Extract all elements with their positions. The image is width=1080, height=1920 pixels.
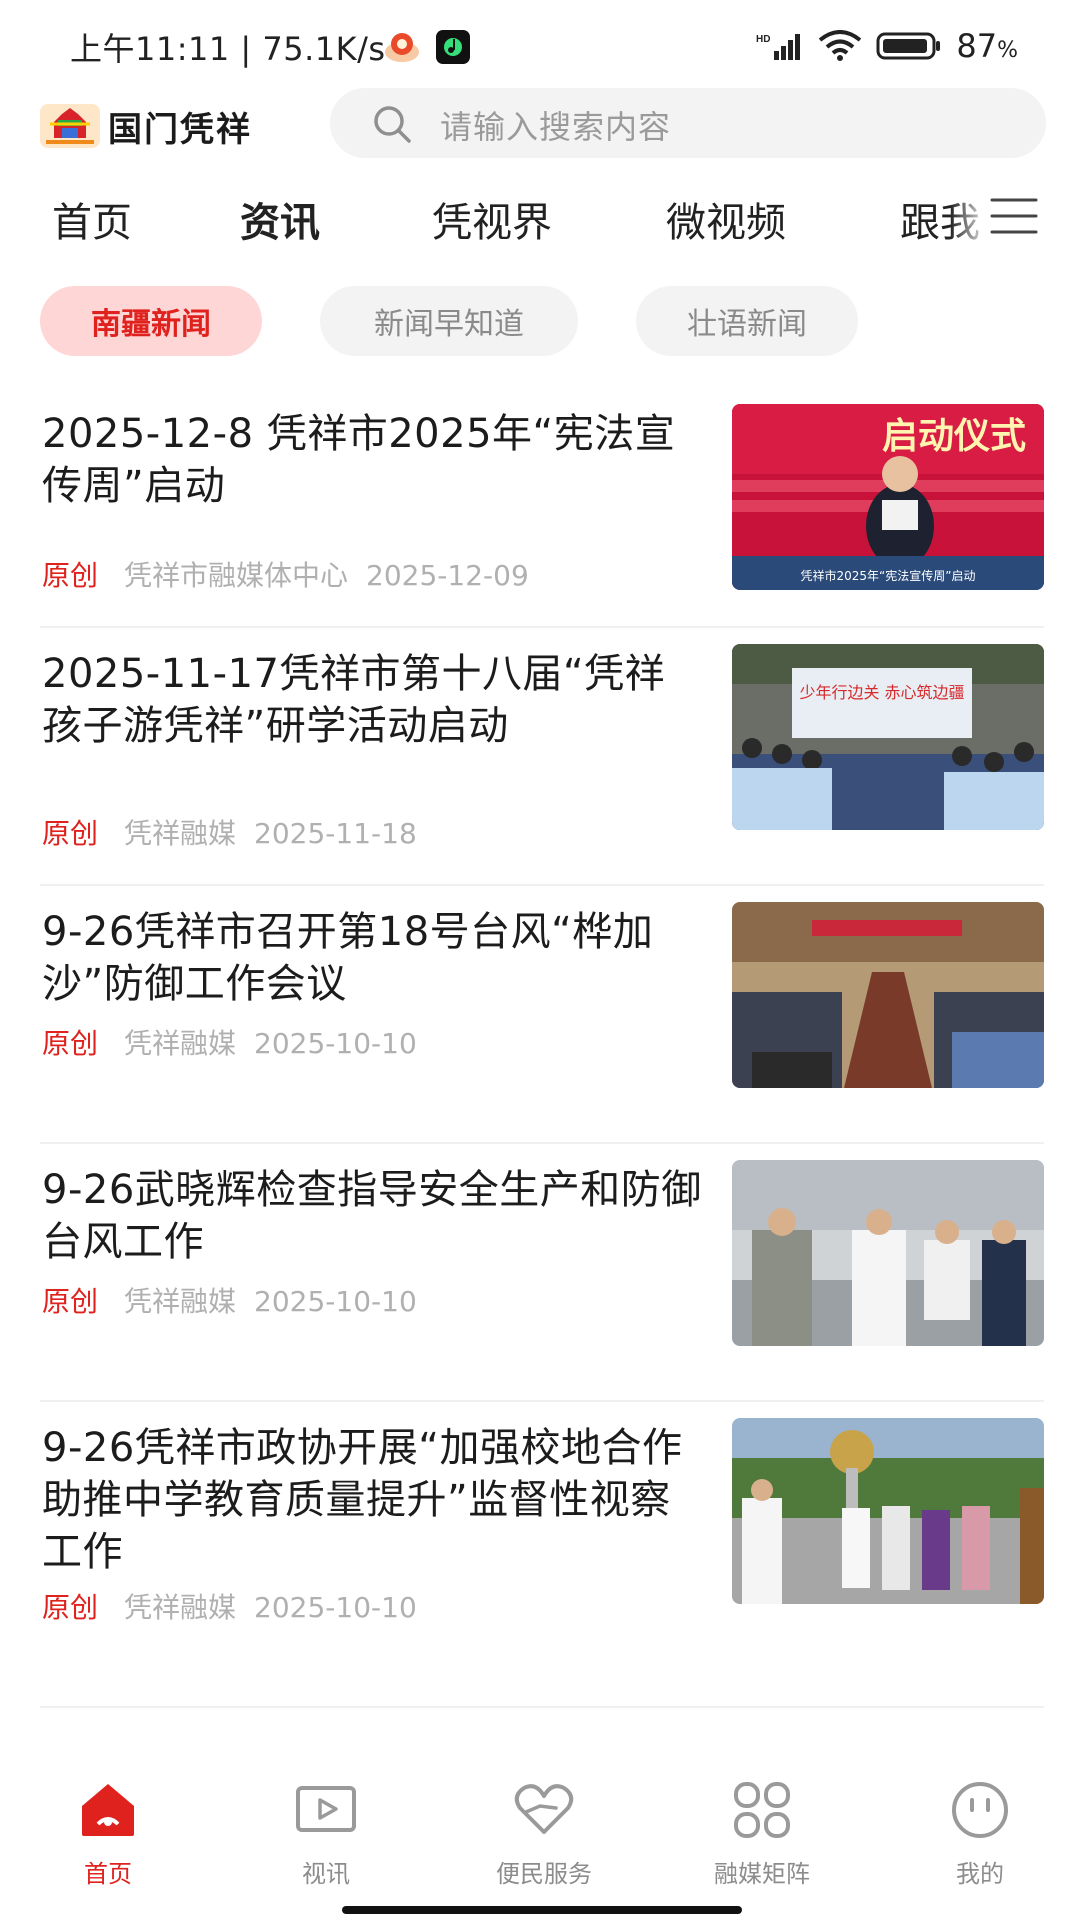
bottom-tab-label: 便民服务: [496, 1860, 592, 1888]
tab-micro-video[interactable]: 微视频: [666, 190, 786, 248]
news-source: 凭祥市融媒体中心: [124, 559, 349, 592]
news-source: 凭祥融媒: [124, 817, 237, 850]
news-meta: 原创 凭祥融媒 2025-10-10: [42, 1280, 417, 1320]
news-source: 凭祥融媒: [124, 1591, 237, 1624]
app-logo-icon: [40, 104, 100, 148]
home-icon: [82, 1784, 134, 1836]
nav-fade: [950, 186, 990, 246]
news-date: 2025-12-09: [366, 559, 529, 592]
bottom-tab-video[interactable]: 视讯: [226, 1778, 426, 1889]
subtab-morning-news[interactable]: 新闻早知道: [320, 286, 578, 356]
home-indicator: [342, 1906, 742, 1914]
news-title: 9-26凭祥市政协开展“加强校地合作 助推中学教育质量提升”监督性视察工作: [42, 1425, 683, 1575]
list-item[interactable]: 2025-11-17凭祥市第十八届“凭祥孩子游凭祥”研学活动启动 原创 凭祥融媒 2…: [40, 628, 1044, 886]
status-bar: 上午11:11 | 75.1K/s HD 87%: [0, 0, 1080, 90]
app-notification-icon: [385, 33, 419, 62]
search-input[interactable]: 请输入搜索内容: [330, 88, 1046, 158]
news-title: 2025-11-17凭祥市第十八届“凭祥孩子游凭祥”研学活动启动: [42, 651, 666, 749]
news-date: 2025-11-18: [254, 817, 417, 850]
list-item[interactable]: 2025-12-8 凭祥市2025年“宪法宣传周”启动 原创 凭祥市融媒体中心 20…: [40, 388, 1044, 628]
bottom-tab-media-matrix[interactable]: 融媒矩阵: [662, 1778, 862, 1889]
music-app-icon: [436, 30, 470, 64]
tab-pingshijie[interactable]: 凭视界: [432, 190, 552, 248]
original-tag: 原创: [42, 1027, 99, 1060]
menu-icon[interactable]: [988, 196, 1040, 236]
status-indicators: HD 87%: [756, 26, 1018, 66]
original-tag: 原创: [42, 1591, 99, 1624]
subtab-nanjiang-news[interactable]: 南疆新闻: [40, 286, 262, 356]
signal-icon: HD: [756, 34, 801, 60]
bottom-nav: 首页 视讯 便民服务 融媒矩阵 我的: [0, 1764, 1080, 1920]
list-item[interactable]: 9-26武晓辉检查指导安全生产和防御台风工作 原创 凭祥融媒 2025-10-10: [40, 1144, 1044, 1402]
bottom-tab-label: 融媒矩阵: [714, 1860, 810, 1888]
news-meta: 原创 凭祥市融媒体中心 2025-12-09: [42, 554, 529, 594]
list-item[interactable]: 9-26凭祥市政协开展“加强校地合作 助推中学教育质量提升”监督性视察工作 原创…: [40, 1402, 1044, 1708]
bottom-tab-home[interactable]: 首页: [8, 1778, 208, 1889]
thumb-overlay-text: 少年行边关 赤心筑边疆: [799, 683, 964, 702]
video-icon: [296, 1786, 356, 1832]
news-title: 2025-12-8 凭祥市2025年“宪法宣传周”启动: [42, 411, 676, 509]
battery-percent: 87%: [956, 27, 1018, 65]
grid-icon: [734, 1782, 790, 1838]
news-thumbnail[interactable]: [732, 1160, 1044, 1346]
news-meta: 原创 凭祥融媒 2025-11-18: [42, 812, 417, 852]
news-source: 凭祥融媒: [124, 1027, 237, 1060]
bottom-tab-label: 视讯: [302, 1860, 350, 1888]
thumb-overlay-text: 启动仪式: [882, 416, 1026, 457]
original-tag: 原创: [42, 817, 99, 850]
news-thumbnail[interactable]: 启动仪式 凭祥市2025年“宪法宣传周”启动: [732, 404, 1044, 590]
status-time: 上午11:11 | 75.1K/s: [70, 30, 386, 68]
bottom-tab-services[interactable]: 便民服务: [444, 1778, 644, 1889]
news-meta: 原创 凭祥融媒 2025-10-10: [42, 1586, 417, 1626]
news-date: 2025-10-10: [254, 1027, 417, 1060]
channel-nav: 首页 资讯 凭视界 微视频 跟我: [0, 186, 1080, 256]
wifi-icon: [819, 30, 862, 61]
tab-home[interactable]: 首页: [52, 190, 132, 248]
news-thumbnail[interactable]: 少年行边关 赤心筑边疆: [732, 644, 1044, 830]
news-thumbnail[interactable]: [732, 1418, 1044, 1604]
heart-hand-icon: [514, 1784, 574, 1834]
list-item[interactable]: 9-26凭祥市召开第18号台风“桦加沙”防御工作会议 原创 凭祥融媒 2025-10…: [40, 886, 1044, 1144]
svg-text:HD: HD: [756, 34, 770, 45]
sub-tabs: 南疆新闻 新闻早知道 壮语新闻: [0, 286, 1080, 358]
bottom-tab-label: 我的: [956, 1860, 1004, 1888]
original-tag: 原创: [42, 1285, 99, 1318]
news-date: 2025-10-10: [254, 1591, 417, 1624]
tab-news[interactable]: 资讯: [240, 190, 320, 248]
thumb-caption: 凭祥市2025年“宪法宣传周”启动: [801, 568, 976, 583]
header: 国门凭祥 请输入搜索内容: [0, 88, 1080, 178]
battery-icon: [876, 32, 941, 60]
news-title: 9-26武晓辉检查指导安全生产和防御台风工作: [42, 1167, 702, 1265]
subtab-zhuang-news[interactable]: 壮语新闻: [636, 286, 858, 356]
search-icon: [374, 106, 411, 143]
news-source: 凭祥融媒: [124, 1285, 237, 1318]
news-meta: 原创 凭祥融媒 2025-10-10: [42, 1022, 417, 1062]
news-title: 9-26凭祥市召开第18号台风“桦加沙”防御工作会议: [42, 909, 654, 1007]
search-placeholder: 请输入搜索内容: [440, 108, 672, 146]
app-name: 国门凭祥: [108, 110, 252, 150]
profile-icon: [952, 1782, 1008, 1838]
news-date: 2025-10-10: [254, 1285, 417, 1318]
bottom-tab-label: 首页: [84, 1860, 132, 1888]
original-tag: 原创: [42, 559, 99, 592]
news-thumbnail[interactable]: [732, 902, 1044, 1088]
bottom-tab-profile[interactable]: 我的: [880, 1778, 1080, 1889]
